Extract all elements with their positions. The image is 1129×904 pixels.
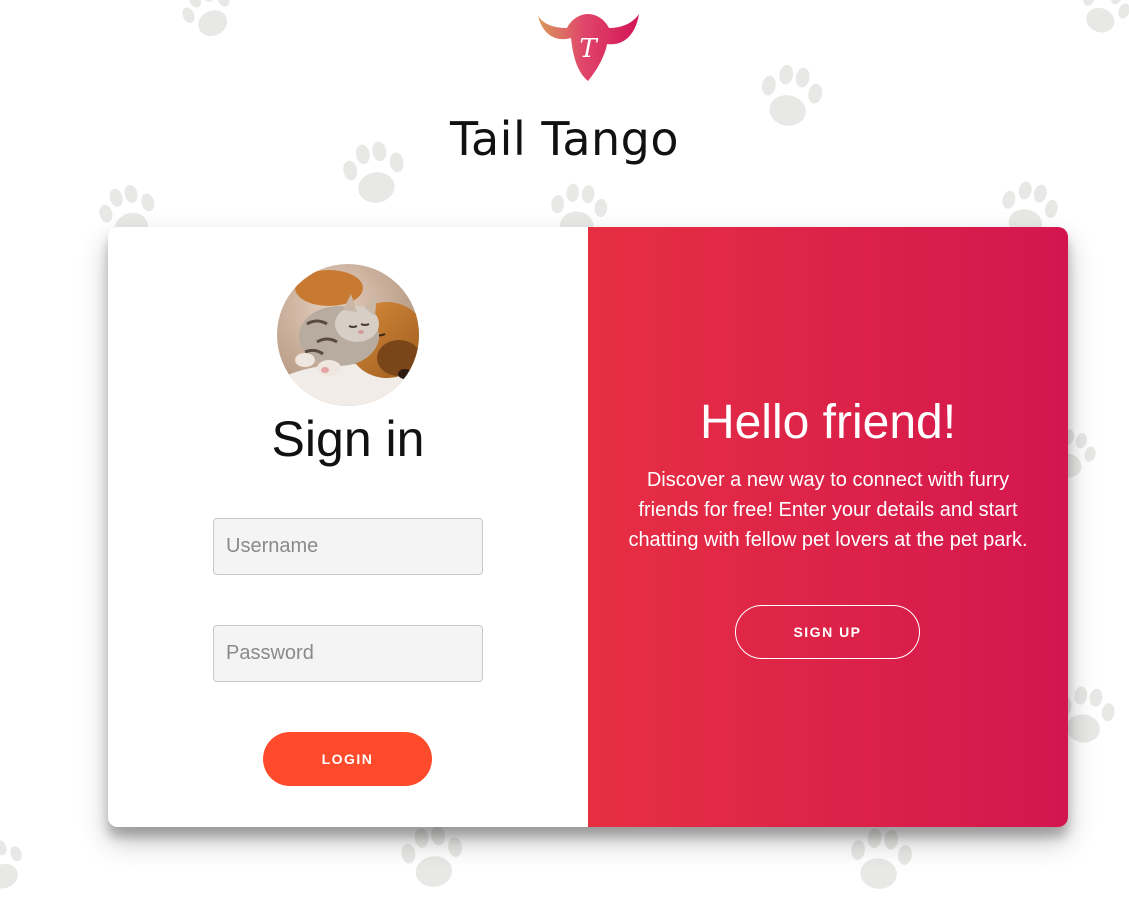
paw-print-icon [840,822,920,898]
signin-panel: Sign in LOGIN [108,227,588,827]
password-input[interactable] [213,625,483,682]
welcome-text: Discover a new way to connect with furry… [628,469,1028,551]
sleeping-kitten-and-puppy-photo [277,264,419,406]
welcome-title: Hello friend! [699,396,957,449]
tail-tango-logo-icon: T [535,12,641,84]
logo-letter: T [579,34,598,64]
app-title: Tail Tango [449,112,680,166]
signin-title: Sign in [271,411,425,467]
paw-print-icon [1068,0,1129,40]
paw-print-icon [0,836,30,896]
signup-button[interactable]: SIGN UP [735,605,920,659]
welcome-panel: Hello friend! Discover a new way to conn… [588,227,1068,827]
login-button[interactable]: LOGIN [263,732,432,786]
paw-print-icon [168,0,248,44]
auth-card: Sign in LOGIN Hello friend! Discover a n… [108,227,1068,827]
username-input[interactable] [213,518,483,575]
